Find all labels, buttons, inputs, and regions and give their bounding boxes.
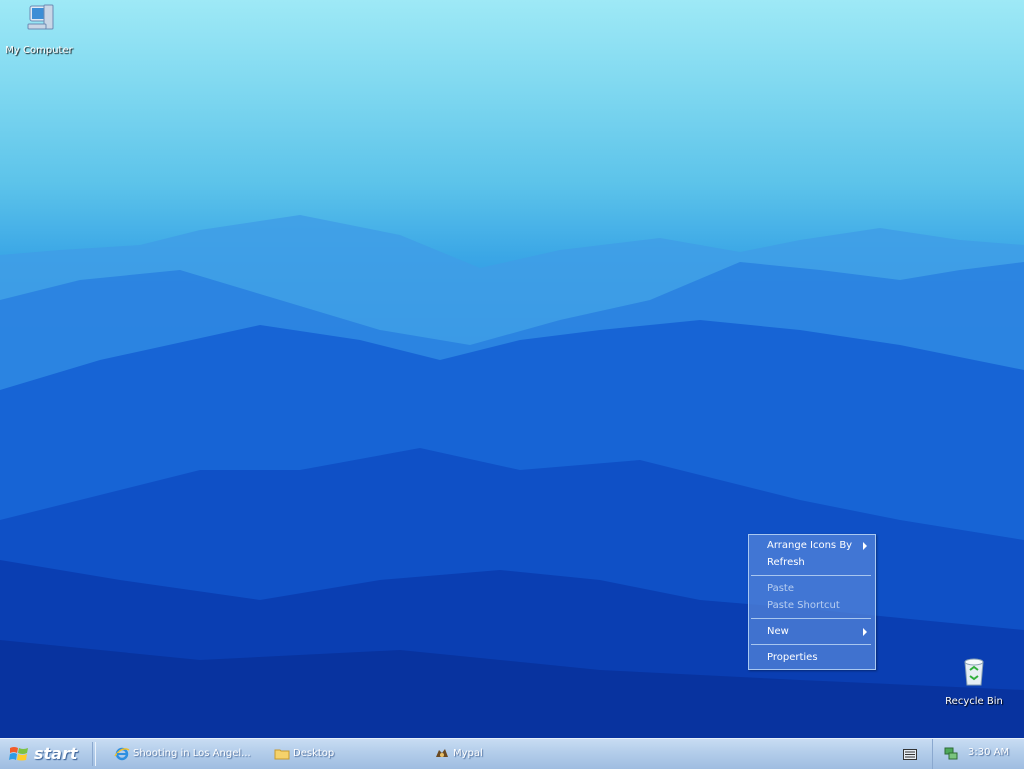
taskbar-button-shooting-in-los-angeles[interactable]: Shooting in Los Angel... [114, 743, 264, 765]
system-tray: 3:30 AM [932, 739, 1024, 769]
menu-item-new[interactable]: New [749, 623, 875, 640]
submenu-arrow-icon [863, 628, 867, 636]
desktop-context-menu: Arrange Icons By Refresh Paste Paste Sho… [748, 534, 876, 670]
menu-separator [751, 644, 871, 645]
my-computer-icon [2, 3, 76, 40]
menu-item-paste-shortcut: Paste Shortcut [749, 597, 875, 614]
recycle-bin-icon [937, 656, 1011, 691]
menu-item-label: Refresh [767, 557, 805, 568]
taskbar-divider [92, 742, 96, 766]
menu-item-label: Paste Shortcut [767, 600, 840, 611]
taskbar-button-label: Shooting in Los Angel... [133, 748, 251, 759]
start-button[interactable]: start [0, 739, 88, 769]
taskbar-button-label: Mypal [453, 748, 483, 759]
start-button-label: start [34, 744, 78, 763]
desktop-icon-label: My Computer [5, 45, 73, 56]
taskbar-button-label: Desktop [293, 748, 335, 759]
menu-item-arrange-icons-by[interactable]: Arrange Icons By [749, 537, 875, 554]
menu-separator [751, 618, 871, 619]
menu-item-paste: Paste [749, 580, 875, 597]
folder-icon [274, 746, 290, 765]
menu-item-label: New [767, 626, 789, 637]
windows-logo-icon [9, 745, 29, 767]
desktop[interactable]: My Computer Recycle Bin Arrange Icons By… [0, 0, 1024, 738]
menu-item-label: Properties [767, 652, 818, 663]
keyboard-icon[interactable] [903, 749, 917, 763]
menu-item-properties[interactable]: Properties [749, 649, 875, 666]
menu-item-label: Arrange Icons By [767, 540, 853, 551]
mypal-browser-icon [434, 746, 450, 765]
network-icon[interactable] [943, 746, 959, 765]
taskbar-button-desktop[interactable]: Desktop [274, 743, 414, 765]
submenu-arrow-icon [863, 542, 867, 550]
desktop-icon-recycle-bin[interactable]: Recycle Bin [937, 656, 1011, 707]
taskbar-button-mypal[interactable]: Mypal [434, 743, 574, 765]
menu-item-refresh[interactable]: Refresh [749, 554, 875, 571]
taskbar: start Shooting in Los Angel... Desktop M… [0, 738, 1024, 769]
clock[interactable]: 3:30 AM [968, 747, 1009, 758]
menu-separator [751, 575, 871, 576]
menu-item-label: Paste [767, 583, 794, 594]
internet-explorer-icon [114, 746, 130, 765]
desktop-icon-label: Recycle Bin [945, 696, 1003, 707]
desktop-icon-my-computer[interactable]: My Computer [2, 3, 76, 56]
